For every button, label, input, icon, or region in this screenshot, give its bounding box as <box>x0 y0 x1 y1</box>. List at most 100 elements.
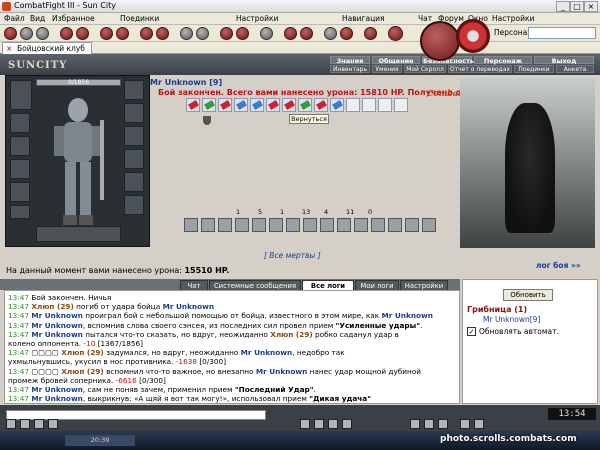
tool-shield-icon[interactable] <box>180 27 193 40</box>
tool-forward-icon[interactable] <box>20 27 33 40</box>
tool-settings-icon[interactable] <box>324 27 337 40</box>
skill-empty-2[interactable] <box>362 98 376 112</box>
necklace-slot[interactable] <box>124 103 144 123</box>
chat-username[interactable]: Mr Unknown <box>163 302 215 311</box>
tool-sphere-icon[interactable] <box>388 26 403 41</box>
battle-log-link[interactable]: лог боя »» <box>536 261 581 270</box>
earring-slot[interactable] <box>124 80 144 100</box>
nav-profile[interactable]: Анкета <box>556 65 594 73</box>
tool-mail-icon[interactable] <box>300 27 313 40</box>
stop-icon[interactable] <box>474 419 484 429</box>
skill-empty-4[interactable] <box>394 98 408 112</box>
chat-username[interactable]: Mr Unknown <box>31 385 83 394</box>
skill-sword-icon[interactable] <box>186 98 200 112</box>
effect-9-icon[interactable] <box>320 218 334 232</box>
tool-skill-icon[interactable] <box>140 27 153 40</box>
offhand-slot[interactable] <box>124 149 144 169</box>
skill-strike-icon[interactable] <box>218 98 232 112</box>
nav-skills[interactable]: Умения <box>372 65 402 73</box>
tab-fight-club[interactable]: × Бойцовский клуб <box>2 42 92 54</box>
all-dead-link[interactable]: [ Все мертвы ] <box>264 251 321 260</box>
effect-3-icon[interactable] <box>218 218 232 232</box>
skill-heal-icon[interactable] <box>202 98 216 112</box>
tool-battle-icon[interactable] <box>100 27 113 40</box>
effect-14-icon[interactable] <box>405 218 419 232</box>
tool-map-icon[interactable] <box>260 27 273 40</box>
menu-favorites[interactable]: Избранное <box>52 14 95 23</box>
skill-blade-icon[interactable] <box>314 98 328 112</box>
chat-username[interactable]: Mr Unknown <box>381 311 433 320</box>
skill-empty-3[interactable] <box>378 98 392 112</box>
record-icon[interactable] <box>460 419 470 429</box>
tool-back-icon[interactable] <box>4 27 17 40</box>
menu-settings-2[interactable]: Настройки <box>492 14 534 23</box>
tool-help-icon[interactable] <box>364 27 377 40</box>
shield-slot[interactable] <box>124 172 144 192</box>
close-tab-icon[interactable]: × <box>6 43 12 54</box>
mail-icon[interactable] <box>424 419 434 429</box>
amulet-slot[interactable] <box>10 113 30 133</box>
friends-icon[interactable] <box>410 419 420 429</box>
clear-icon[interactable] <box>48 419 58 429</box>
gloves-slot[interactable] <box>124 126 144 146</box>
tool-fight-icon[interactable] <box>116 27 129 40</box>
private-icon[interactable] <box>314 419 324 429</box>
tool-chat-icon[interactable] <box>284 27 297 40</box>
boots-slot[interactable] <box>124 195 144 215</box>
chat-username[interactable]: Mr Unknown <box>31 394 83 403</box>
nav-character[interactable]: Персонаж <box>474 56 532 65</box>
chat-input[interactable] <box>6 410 266 420</box>
smile-icon[interactable] <box>6 419 16 429</box>
chat-log[interactable]: 13:47 Бой закончен. Ничья 13:47 Хлюп (29)… <box>4 290 460 404</box>
persona-input[interactable] <box>528 27 596 39</box>
return-button[interactable]: Вернуться <box>289 114 329 124</box>
close-button[interactable]: × <box>584 1 598 12</box>
tab-chat[interactable]: Чат <box>180 280 208 290</box>
effect-8-icon[interactable] <box>303 218 317 232</box>
tool-scroll-icon[interactable] <box>236 27 249 40</box>
auto-refresh-checkbox[interactable]: ✓ <box>467 327 476 336</box>
effect-1-icon[interactable] <box>184 218 198 232</box>
tool-sword-icon[interactable] <box>196 27 209 40</box>
nav-knowledge[interactable]: Знания <box>330 56 370 65</box>
chat-username[interactable]: Mr Unknown <box>256 367 308 376</box>
nav-my-scroll[interactable]: Мой Скролл <box>404 65 446 73</box>
skill-shield-icon[interactable] <box>250 98 264 112</box>
helmet-slot[interactable] <box>10 80 32 110</box>
sound-icon[interactable] <box>328 419 338 429</box>
tab-my-logs[interactable]: Мои логи <box>355 280 399 290</box>
effect-2-icon[interactable] <box>201 218 215 232</box>
effect-12-icon[interactable] <box>371 218 385 232</box>
location-user[interactable]: Mr Unknown[9] <box>483 315 540 324</box>
effect-4-icon[interactable] <box>235 218 249 232</box>
maximize-button[interactable]: □ <box>570 1 584 12</box>
chat-username[interactable]: Хлюп (29) <box>61 367 103 376</box>
menu-file[interactable]: Файл <box>4 14 25 23</box>
armor-slot[interactable] <box>10 159 30 179</box>
chat-username[interactable]: Mr Unknown <box>31 330 83 339</box>
translit-icon[interactable] <box>20 419 30 429</box>
minimize-button[interactable]: _ <box>556 1 570 12</box>
menu-view[interactable]: Вид <box>30 14 45 23</box>
skill-fury-icon[interactable] <box>266 98 280 112</box>
effect-15-icon[interactable] <box>422 218 436 232</box>
chat-username[interactable]: Mr Unknown <box>241 348 293 357</box>
weapon-slot[interactable] <box>10 136 30 156</box>
chat-username[interactable]: Хлюп (29) <box>31 302 73 311</box>
tab-all-logs[interactable]: Все логи <box>302 280 354 290</box>
belt-slot[interactable] <box>10 182 30 202</box>
tool-magic-icon[interactable] <box>156 27 169 40</box>
font-icon[interactable] <box>342 419 352 429</box>
refresh-button[interactable]: Обновить <box>503 289 553 301</box>
ring-slot[interactable] <box>10 205 30 219</box>
chat-username[interactable]: Хлюп (29) <box>61 348 103 357</box>
nav-battles[interactable]: Поединки <box>514 65 554 73</box>
tool-home-icon[interactable] <box>60 27 73 40</box>
effect-6-icon[interactable] <box>269 218 283 232</box>
menu-chat[interactable]: Чат <box>418 14 432 23</box>
effect-11-icon[interactable] <box>354 218 368 232</box>
chat-username[interactable]: Mr Unknown <box>31 311 83 320</box>
tool-potion-icon[interactable] <box>220 27 233 40</box>
nav-communication[interactable]: Общение <box>372 56 420 65</box>
combat-orb-icon[interactable] <box>420 21 460 61</box>
